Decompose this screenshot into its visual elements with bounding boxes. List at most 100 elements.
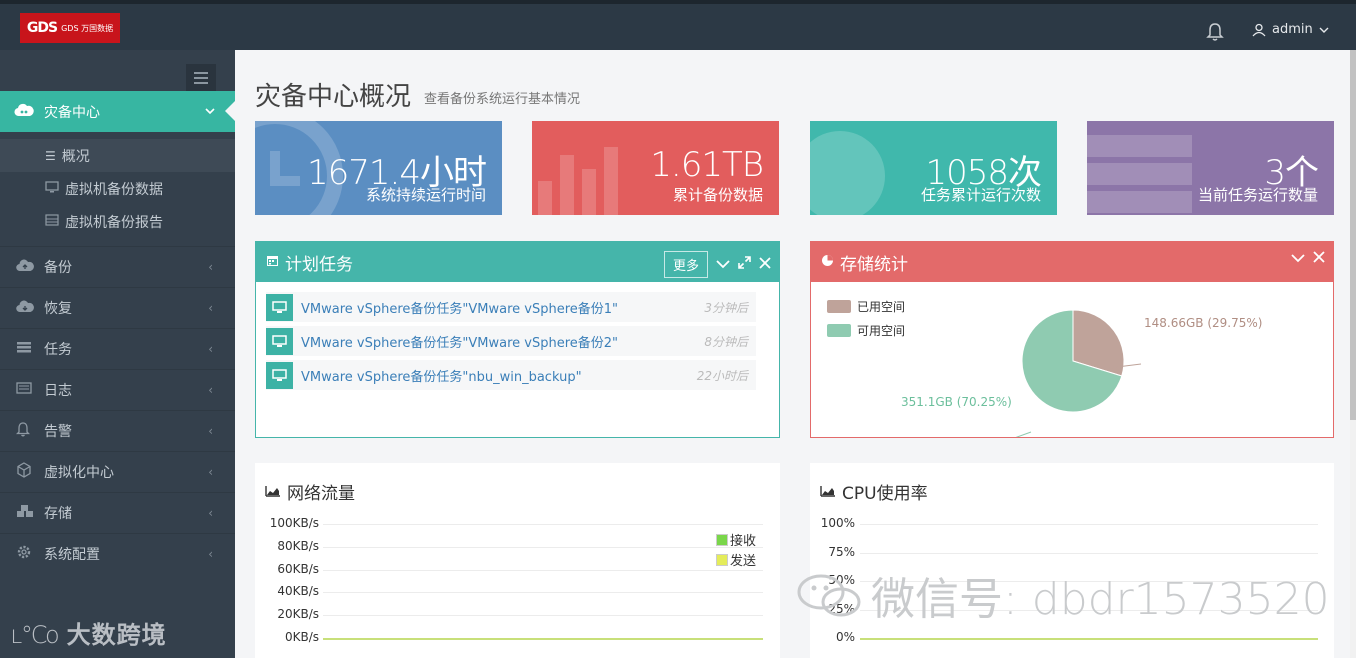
cloud-icon bbox=[14, 103, 36, 121]
cloud-download-icon bbox=[16, 300, 38, 317]
area-chart-icon bbox=[820, 482, 836, 502]
stat-label: 任务累计运行次数 bbox=[920, 186, 1041, 204]
cpu-panel: CPU使用率 100% 75% 50% 25% 0% bbox=[810, 463, 1334, 658]
network-panel: 网络流量 100KB/s 80KB/s 60KB/s 40KB/s 20KB/s 0KB/… bbox=[255, 463, 780, 658]
grid-line bbox=[323, 615, 763, 617]
task-row[interactable]: VMware vSphere备份任务"nbu_win_backup" 22小时后 bbox=[266, 360, 756, 390]
panel-title: CPU使用率 bbox=[842, 484, 928, 504]
cubes-icon bbox=[16, 504, 38, 522]
grid-line bbox=[860, 524, 1318, 525]
scrollbar-thumb[interactable] bbox=[1350, 50, 1356, 420]
sidebar-subitem-vm-backup-data[interactable]: 虚拟机备份数据 bbox=[0, 172, 235, 205]
expand-icon[interactable] bbox=[738, 256, 751, 273]
grid-line bbox=[323, 546, 763, 548]
cube-icon bbox=[16, 462, 38, 482]
sidebar-subitem-label: 概况 bbox=[61, 148, 90, 165]
sidebar-item-label: 告警 bbox=[44, 424, 72, 440]
sidebar-item-tasks[interactable]: 任务 ‹ bbox=[0, 328, 235, 369]
legend-label: 发送 bbox=[730, 554, 757, 569]
sidebar-item-label: 备份 bbox=[44, 260, 72, 276]
storage-panel: 存储统计 已用空间 可用空间 148.66GB (29.75%) 351.1GB… bbox=[810, 241, 1334, 438]
network-panel-title: 网络流量 bbox=[265, 479, 355, 504]
sidebar-item-label: 日志 bbox=[44, 383, 72, 399]
table-icon bbox=[45, 213, 59, 230]
list-icon: ☰ bbox=[45, 148, 56, 163]
chevron-left-icon: ‹ bbox=[208, 547, 213, 561]
y-tick-label: 0% bbox=[835, 630, 855, 644]
stat-card-backup-data: 1.61TB 累计备份数据 bbox=[532, 121, 779, 215]
stat-label: 累计备份数据 bbox=[672, 186, 763, 204]
sidebar: 灾备中心 ☰ 概况 虚拟机备份数据 虚拟机备份报告 备份 ‹ 恢复 ‹ 任务 ‹… bbox=[0, 50, 235, 658]
task-time: 3分钟后 bbox=[704, 300, 748, 315]
grid-line bbox=[860, 552, 1318, 554]
cloud-upload-icon bbox=[16, 259, 38, 276]
grid-line bbox=[323, 524, 763, 525]
sidebar-subitem-label: 虚拟机备份报告 bbox=[65, 214, 163, 231]
task-link[interactable]: VMware vSphere备份任务"VMware vSphere备份1" bbox=[301, 298, 618, 317]
y-tick-label: 40KB/s bbox=[277, 584, 319, 599]
sidebar-item-storage[interactable]: 存储 ‹ bbox=[0, 492, 235, 533]
y-tick-label: 20KB/s bbox=[277, 607, 319, 622]
collapse-icon[interactable] bbox=[716, 257, 730, 273]
task-link[interactable]: VMware vSphere备份任务"VMware vSphere备份2" bbox=[301, 332, 618, 351]
task-row[interactable]: VMware vSphere备份任务"VMware vSphere备份2" 8分… bbox=[266, 326, 756, 356]
series-line bbox=[323, 638, 763, 640]
storage-panel-header: 存储统计 bbox=[811, 242, 1333, 282]
sidebar-item-logs[interactable]: 日志 ‹ bbox=[0, 369, 235, 410]
y-tick-label: 75% bbox=[828, 544, 855, 559]
bell-icon bbox=[15, 421, 38, 441]
sidebar-item-alerts[interactable]: 告警 ‹ bbox=[0, 410, 235, 451]
sidebar-item-disaster-center[interactable]: 灾备中心 bbox=[0, 91, 235, 132]
gear-icon bbox=[16, 544, 38, 564]
watermark-logo: ʟ℃o 大数跨境 bbox=[10, 621, 167, 649]
legend-swatch bbox=[716, 553, 728, 566]
sidebar-item-label: 灾备中心 bbox=[44, 104, 100, 121]
y-tick-label: 0KB/s bbox=[284, 630, 319, 644]
username: admin bbox=[1272, 22, 1313, 37]
sidebar-item-settings[interactable]: 系统配置 ‹ bbox=[0, 533, 235, 574]
user-menu[interactable]: admin bbox=[1252, 22, 1329, 37]
sidebar-subitem-vm-backup-report[interactable]: 虚拟机备份报告 bbox=[0, 205, 235, 238]
task-row[interactable]: VMware vSphere备份任务"VMware vSphere备份1" 3分… bbox=[266, 292, 756, 322]
chevron-left-icon: ‹ bbox=[208, 260, 213, 274]
sidebar-item-label: 存储 bbox=[44, 506, 72, 522]
chevron-left-icon: ‹ bbox=[208, 383, 213, 397]
logo-mark: GDS bbox=[26, 20, 58, 36]
sidebar-item-virtualization[interactable]: 虚拟化中心 ‹ bbox=[0, 451, 235, 492]
panel-title: 网络流量 bbox=[287, 484, 355, 504]
sidebar-toggle-button[interactable] bbox=[186, 64, 216, 92]
storage-pie-chart bbox=[1015, 309, 1142, 437]
task-link[interactable]: VMware vSphere备份任务"nbu_win_backup" bbox=[301, 366, 582, 385]
cpu-panel-title: CPU使用率 bbox=[820, 479, 928, 504]
close-icon[interactable] bbox=[759, 256, 771, 273]
monitor-icon bbox=[266, 327, 293, 355]
bell-icon[interactable] bbox=[1206, 22, 1224, 46]
legend-label: 接收 bbox=[730, 534, 757, 549]
sidebar-subitem-label: 虚拟机备份数据 bbox=[65, 181, 163, 198]
series-line bbox=[860, 638, 1318, 640]
collapse-icon[interactable] bbox=[1291, 251, 1305, 267]
chevron-left-icon: ‹ bbox=[208, 301, 213, 315]
logo[interactable]: GDS GDS 万国数据 bbox=[20, 13, 120, 43]
page-scrollbar[interactable] bbox=[1350, 50, 1356, 658]
page-subtitle: 查看备份系统运行基本情况 bbox=[424, 92, 581, 107]
close-icon[interactable] bbox=[1313, 251, 1325, 267]
more-button[interactable]: 更多 bbox=[663, 251, 708, 278]
stat-label: 系统持续运行时间 bbox=[365, 186, 486, 204]
pie-label-free: 351.1GB (70.25%) bbox=[901, 395, 1012, 409]
monitor-icon bbox=[45, 180, 59, 197]
chevron-left-icon: ‹ bbox=[208, 342, 213, 356]
grid-line bbox=[323, 569, 763, 571]
legend-item-send: 发送 bbox=[716, 550, 756, 569]
stat-label: 当前任务运行数量 bbox=[1197, 186, 1318, 204]
tasks-panel: 计划任务 更多 VMware vSphere备份任务"VMware vSpher… bbox=[255, 241, 780, 438]
task-time: 22小时后 bbox=[696, 368, 748, 383]
stat-card-task-runs: 1058次 任务累计运行次数 bbox=[810, 121, 1057, 215]
sidebar-subitem-overview[interactable]: ☰ 概况 bbox=[0, 139, 235, 172]
sidebar-item-backup[interactable]: 备份 ‹ bbox=[0, 246, 235, 287]
sidebar-item-restore[interactable]: 恢复 ‹ bbox=[0, 287, 235, 328]
sidebar-item-label: 恢复 bbox=[44, 301, 72, 317]
y-tick-label: 100% bbox=[820, 516, 855, 530]
sidebar-item-label: 任务 bbox=[44, 342, 72, 358]
panel-title: 存储统计 bbox=[840, 254, 908, 275]
